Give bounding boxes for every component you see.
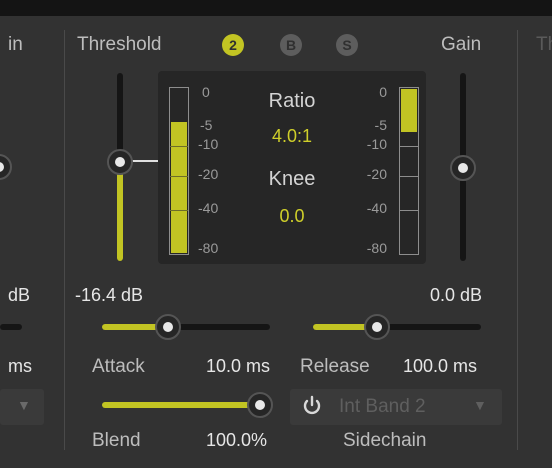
left-panel-dropdown[interactable]: ▼	[0, 389, 44, 425]
threshold-knob[interactable]	[107, 149, 133, 175]
blend-value: 100.0%	[206, 430, 268, 450]
panel-divider-right	[517, 30, 518, 450]
panel-divider-left	[64, 30, 65, 450]
band-b-button[interactable]: B	[280, 34, 302, 56]
release-knob[interactable]	[364, 314, 390, 340]
chevron-down-icon: ▼	[17, 397, 31, 413]
ratio-value[interactable]: 4.0:1	[252, 126, 332, 147]
meter-scale-left-80: -80	[198, 240, 219, 256]
meter-tick	[400, 210, 418, 211]
meter-scale-right-80: -80	[366, 240, 387, 256]
meter-scale-right-40: -40	[366, 200, 387, 216]
sidechain-label: Sidechain	[343, 430, 427, 451]
threshold-slider-fill	[117, 164, 123, 261]
attack-value: 10.0 ms	[206, 356, 271, 376]
meter-scale-left-40: -40	[198, 200, 219, 216]
meter-tick	[170, 146, 188, 147]
gain-value: 0.0 dB	[430, 285, 483, 305]
knee-value[interactable]: 0.0	[252, 206, 332, 227]
band-2-button[interactable]: 2	[222, 34, 244, 56]
threshold-label: Threshold	[77, 34, 162, 55]
left-panel-slider[interactable]	[0, 324, 22, 330]
threshold-value: -16.4 dB	[75, 285, 144, 305]
release-label: Release	[300, 356, 370, 377]
sidechain-dropdown[interactable]: Int Band 2 ▼	[290, 389, 502, 425]
knee-label: Knee	[268, 168, 316, 190]
power-icon[interactable]	[301, 395, 323, 417]
blend-slider[interactable]	[102, 402, 264, 408]
left-panel-knob[interactable]	[0, 154, 12, 180]
meter-tick	[400, 146, 418, 147]
meter-scale-left-10: -10	[198, 136, 219, 152]
input-meter	[169, 87, 189, 255]
meter-scale-right-10: -10	[366, 136, 387, 152]
left-panel-label: in	[8, 34, 23, 55]
chevron-down-icon: ▼	[473, 397, 487, 413]
release-value: 100.0 ms	[403, 356, 478, 376]
gain-reduction-meter-fill	[401, 89, 417, 132]
meter-tick	[170, 210, 188, 211]
meter-scale-left-20: -20	[198, 166, 219, 182]
attack-knob[interactable]	[155, 314, 181, 340]
meter-scale-right-20: -20	[366, 166, 387, 182]
next-panel-label: Th	[536, 34, 552, 55]
meter-scale-left-0: 0	[202, 84, 210, 100]
gain-knob[interactable]	[450, 155, 476, 181]
left-panel-value: dB	[8, 285, 31, 305]
attack-label: Attack	[92, 356, 145, 377]
band-s-button[interactable]: S	[336, 34, 358, 56]
blend-knob[interactable]	[247, 392, 273, 418]
meter-scale-right-5: -5	[374, 117, 387, 133]
ratio-label: Ratio	[268, 90, 316, 112]
blend-label: Blend	[92, 430, 141, 451]
input-meter-fill	[171, 122, 187, 253]
meter-scale-left-5: -5	[200, 117, 213, 133]
meter-tick	[400, 176, 418, 177]
top-bar	[0, 0, 552, 16]
gain-reduction-meter	[399, 87, 419, 255]
left-panel-time: ms	[8, 356, 32, 376]
meter-scale-right-0: 0	[379, 84, 387, 100]
gain-label: Gain	[441, 34, 482, 55]
meter-tick	[170, 176, 188, 177]
blend-unit: %	[251, 430, 268, 450]
sidechain-selected: Int Band 2	[339, 396, 426, 417]
